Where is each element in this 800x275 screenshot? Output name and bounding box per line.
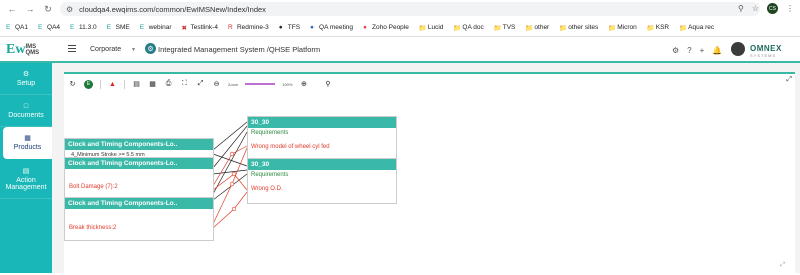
sidebar: ⚙ Setup □ Documents ▦ Products ▤ Action …: [0, 63, 52, 273]
connector-node: [229, 151, 235, 157]
diagram-panel: ↻ E ▲ ▤ ▦ ⎙ ⛶ ⤢ ⊖ Zoom 100% ⊕ ⚲ ⤢ Clock …: [64, 72, 795, 273]
hamburger-menu-icon[interactable]: [68, 45, 76, 52]
sidebar-item-action-management[interactable]: ▤ Action Management: [0, 159, 52, 199]
node-failure-text: Wrong O.D.: [251, 186, 283, 192]
node-title: Clock and Timing Components-Lo..: [65, 198, 213, 209]
connector: [212, 125, 248, 169]
bookmark-item[interactable]: ✖ Testlink-4: [181, 24, 217, 32]
node-failure-text: Break thickness:2: [69, 225, 117, 231]
node-title: 30_30: [248, 159, 396, 170]
node-requirements: Requirements: [251, 172, 289, 178]
bookmark-item[interactable]: 📁 TVS: [494, 24, 516, 32]
sidebar-item-products[interactable]: ▦ Products: [3, 127, 52, 159]
bookmark-star-icon[interactable]: ☆: [752, 4, 759, 13]
action-icon: ▤: [22, 167, 30, 175]
caret-down-icon[interactable]: ▼: [131, 47, 136, 53]
arrows-icon[interactable]: ⤢: [780, 262, 785, 269]
product-icon: ▦: [24, 135, 31, 142]
add-icon[interactable]: +: [700, 46, 705, 55]
bookmark-item[interactable]: 📁 other sites: [559, 24, 598, 32]
bookmarks-bar: E QA1 E QA4 E 11.3.0 E SME Ewebinar ✖ Testlin…: [0, 18, 800, 37]
bookmark-item[interactable]: 📁 other: [525, 24, 549, 32]
bookmark-item[interactable]: E 11.3.0: [70, 24, 97, 31]
connector-node: [231, 206, 237, 212]
ewims-logo[interactable]: Ew IMS QMS: [6, 40, 62, 60]
bookmark-item[interactable]: 📁 Lucid: [419, 24, 444, 32]
reload-icon[interactable]: ↻: [42, 3, 54, 15]
bookmark-item[interactable]: ● QA meeting: [310, 24, 353, 31]
platform-icon: ⚙: [145, 43, 156, 54]
connector-node: [229, 181, 235, 187]
platform-title: Integrated Management System /QHSE Platf…: [158, 45, 321, 54]
connector: [212, 145, 248, 187]
bookmark-item[interactable]: E QA1: [6, 24, 28, 31]
node-requirements: Requirements: [251, 130, 289, 136]
connector: [212, 121, 248, 151]
connector-node: [231, 171, 237, 177]
browser-toolbar: ← → ↻ ⚙ cloudqa4.ewqims.com/common/EwIMS…: [0, 0, 800, 18]
main-content: ↻ E ▲ ▤ ▦ ⎙ ⛶ ⤢ ⊖ Zoom 100% ⊕ ⚲ ⤢ Clock …: [52, 63, 800, 273]
back-arrow-icon[interactable]: ←: [6, 3, 18, 15]
node-failure-text: Wrong model of wheel cyl fed: [251, 144, 330, 150]
address-bar[interactable]: ⚙ cloudqa4.ewqims.com/common/EwIMSNew/In…: [60, 2, 760, 16]
help-icon[interactable]: ?: [687, 46, 691, 55]
connector: [212, 131, 248, 195]
right-node-2[interactable]: 30_30 Requirements Wrong O.D.: [247, 158, 397, 204]
connector: [212, 191, 248, 229]
settings-gear-icon[interactable]: ⚙: [672, 46, 679, 55]
bookmark-item[interactable]: ● Zoho People: [363, 24, 409, 31]
user-avatar[interactable]: [731, 42, 745, 56]
url-text: cloudqa4.ewqims.com/common/EwIMSNew/Inde…: [79, 4, 266, 14]
bookmark-item[interactable]: 📁 Aqua rec: [679, 24, 714, 32]
bookmark-item[interactable]: E SME: [107, 24, 130, 31]
site-info-icon[interactable]: ⚙: [66, 5, 73, 14]
bookmark-item[interactable]: ● TFS: [279, 24, 300, 31]
bookmark-item[interactable]: Ewebinar: [140, 24, 172, 31]
app-header: Ew IMS QMS Corporate ▼ ⚙ Integrated Manag…: [0, 37, 800, 63]
node-title: Clock and Timing Components-Lo..: [65, 139, 213, 150]
bookmark-item[interactable]: 📁 QA doc: [453, 24, 483, 32]
node-title: 30_30: [248, 117, 396, 128]
omnex-logo: OMNEX SYSTEMS: [750, 44, 782, 58]
company-selector[interactable]: Corporate: [90, 46, 121, 53]
sidebar-item-documents[interactable]: □ Documents: [0, 95, 52, 127]
document-icon: □: [23, 102, 29, 110]
node-title: Clock and Timing Components-Lo..: [65, 158, 213, 169]
forward-arrow-icon[interactable]: →: [24, 3, 36, 15]
bookmark-item[interactable]: R Redmine-3: [228, 24, 269, 31]
bookmark-item[interactable]: 📁 KSR: [647, 24, 669, 32]
zoom-icon[interactable]: ⚲: [738, 4, 744, 13]
settings-icon: ⚙: [22, 71, 30, 78]
notification-bell-icon[interactable]: 🔔: [712, 46, 722, 55]
bookmark-item[interactable]: E QA4: [38, 24, 60, 31]
connector: [212, 169, 248, 175]
node-failure-text: Bolt Damage (7):2: [69, 184, 118, 190]
more-menu-icon[interactable]: ⋮: [786, 4, 794, 13]
profile-avatar[interactable]: CS: [767, 3, 778, 14]
right-node-1[interactable]: 30_30 Requirements Wrong model of wheel …: [247, 116, 397, 160]
bookmark-item[interactable]: 📁 Micron: [608, 24, 637, 32]
sidebar-item-setup[interactable]: ⚙ Setup: [0, 63, 52, 95]
left-node-3[interactable]: Clock and Timing Components-Lo.. Break t…: [64, 197, 214, 241]
left-node-2[interactable]: Clock and Timing Components-Lo.. Bolt Da…: [64, 157, 214, 201]
